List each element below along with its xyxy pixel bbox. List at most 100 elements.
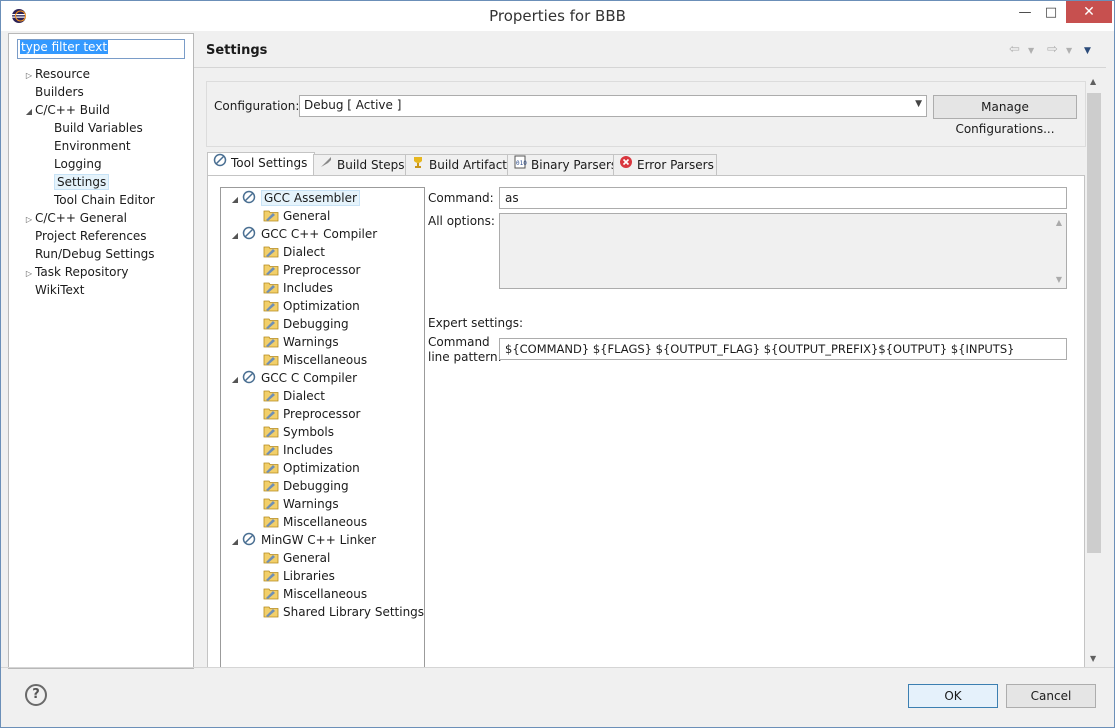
collapse-arrow-icon[interactable]: ◢ — [229, 371, 241, 389]
tool-option-category[interactable]: Miscellaneous — [229, 513, 424, 531]
tool-tree-label: GCC C Compiler — [261, 371, 358, 385]
tool-option-category[interactable]: General — [229, 207, 424, 225]
tool-option-category[interactable]: Dialect — [229, 387, 424, 405]
sidebar-item-task-repository[interactable]: ▷ Task Repository — [23, 263, 191, 281]
sidebar-item-builders[interactable]: Builders — [23, 83, 191, 101]
back-arrow-icon[interactable]: ⇦ — [1009, 42, 1020, 57]
scroll-up-icon[interactable]: ▲ — [1090, 77, 1096, 86]
sidebar-item-label: Run/Debug Settings — [35, 247, 155, 261]
folder-options-icon — [263, 498, 279, 510]
command-label: Command: — [428, 191, 494, 205]
tool-option-category[interactable]: Includes — [229, 441, 424, 459]
view-menu-icon[interactable]: ▼ — [1084, 46, 1091, 56]
collapse-arrow-icon[interactable]: ◢ — [229, 191, 241, 209]
tool-option-category[interactable]: Warnings — [229, 333, 424, 351]
all-options-textarea[interactable]: ▲ ▼ — [499, 213, 1067, 289]
sidebar-item-build-variables[interactable]: Build Variables — [23, 119, 191, 137]
tool-tree-label: Miscellaneous — [283, 353, 368, 367]
tool-tree-label: Debugging — [283, 317, 349, 331]
maximize-button[interactable]: □ — [1037, 2, 1065, 24]
tool-tree-label: Preprocessor — [283, 407, 361, 421]
command-input[interactable]: as — [499, 187, 1067, 209]
vertical-scrollbar[interactable]: ▲ ▼ — [1086, 71, 1103, 667]
tab-build-steps[interactable]: Build Steps — [313, 154, 409, 176]
tool-option-category[interactable]: Preprocessor — [229, 261, 424, 279]
sidebar-item-logging[interactable]: Logging — [23, 155, 191, 173]
forward-menu-icon[interactable]: ▼ — [1066, 46, 1072, 55]
forward-arrow-icon[interactable]: ⇨ — [1047, 42, 1058, 57]
tool-option-category[interactable]: Debugging — [229, 477, 424, 495]
tool-option-category[interactable]: Dialect — [229, 243, 424, 261]
property-page-tree: type filter text ▷ Resource Builders ◢ C/C++… — [8, 33, 194, 669]
tool-node[interactable]: ◢ GCC Assembler — [229, 189, 424, 207]
tool-node[interactable]: ◢ MinGW C++ Linker — [229, 531, 424, 549]
tool-tree-label: Warnings — [283, 335, 339, 349]
tool-option-category[interactable]: General — [229, 549, 424, 567]
folder-options-icon — [263, 354, 279, 366]
filter-input[interactable]: type filter text — [17, 39, 185, 59]
tool-tree: ◢ GCC Assembler General ◢ GCC C++ Compiler Di… — [220, 187, 425, 668]
sidebar-item-c-c-general[interactable]: ▷ C/C++ General — [23, 209, 191, 227]
tab-label: Build Artifact — [429, 158, 507, 172]
tool-option-category[interactable]: Shared Library Settings — [229, 603, 424, 621]
folder-options-icon — [263, 264, 279, 276]
sidebar-item-tool-chain-editor[interactable]: Tool Chain Editor — [23, 191, 191, 209]
tab-build-artifact[interactable]: Build Artifact — [405, 154, 511, 176]
sidebar-item-environment[interactable]: Environment — [23, 137, 191, 155]
tool-option-category[interactable]: Optimization — [229, 297, 424, 315]
tool-node[interactable]: ◢ GCC C++ Compiler — [229, 225, 424, 243]
tool-option-category[interactable]: Preprocessor — [229, 405, 424, 423]
tool-icon — [242, 370, 256, 384]
tool-option-category[interactable]: Miscellaneous — [229, 585, 424, 603]
folder-options-icon — [263, 318, 279, 330]
sidebar-item-settings[interactable]: Settings — [23, 173, 191, 191]
tool-tree-label: Dialect — [283, 245, 325, 259]
tab-binary-parsers[interactable]: 010 Binary Parsers — [507, 154, 618, 176]
tab-error-parsers[interactable]: Error Parsers — [613, 154, 717, 176]
sidebar-item-project-references[interactable]: Project References — [23, 227, 191, 245]
expert-settings-label: Expert settings: — [428, 316, 524, 330]
tool-option-category[interactable]: Optimization — [229, 459, 424, 477]
tool-option-category[interactable]: Warnings — [229, 495, 424, 513]
collapse-arrow-icon[interactable]: ◢ — [229, 533, 241, 551]
expand-arrow-icon[interactable]: ◢ — [23, 103, 35, 121]
cancel-button[interactable]: Cancel — [1006, 684, 1096, 708]
ok-button[interactable]: OK — [908, 684, 998, 708]
tool-option-category[interactable]: Debugging — [229, 315, 424, 333]
tab-label: Binary Parsers — [531, 158, 618, 172]
sidebar-item-label: Environment — [54, 139, 131, 153]
scrollbar-thumb[interactable] — [1087, 93, 1101, 553]
tool-option-category[interactable]: Includes — [229, 279, 424, 297]
sidebar-item-wikitext[interactable]: WikiText — [23, 281, 191, 299]
tool-option-category[interactable]: Miscellaneous — [229, 351, 424, 369]
tool-icon — [242, 190, 256, 204]
sidebar-item-label: C/C++ Build — [35, 103, 110, 117]
configuration-select[interactable]: Debug [ Active ] ▼ — [299, 95, 927, 117]
tool-option-category[interactable]: Symbols — [229, 423, 424, 441]
page-title: Settings — [206, 43, 268, 58]
help-button[interactable]: ? — [25, 684, 47, 706]
command-line-pattern-input[interactable]: ${COMMAND} ${FLAGS} ${OUTPUT_FLAG} ${OUT… — [499, 338, 1067, 360]
folder-options-icon — [263, 300, 279, 312]
tool-option-category[interactable]: Libraries — [229, 567, 424, 585]
tab-tool-settings[interactable]: Tool Settings — [207, 152, 315, 176]
minimize-button[interactable]: — — [1011, 2, 1039, 24]
scroll-down-icon[interactable]: ▼ — [1090, 654, 1096, 663]
tool-node[interactable]: ◢ GCC C Compiler — [229, 369, 424, 387]
sidebar-item-run-debug-settings[interactable]: Run/Debug Settings — [23, 245, 191, 263]
scroll-down-icon[interactable]: ▼ — [1056, 275, 1062, 284]
sidebar-item-resource[interactable]: ▷ Resource — [23, 65, 191, 83]
back-menu-icon[interactable]: ▼ — [1028, 46, 1034, 55]
sidebar-item-label: Project References — [35, 229, 147, 243]
error-parsers-icon — [618, 155, 634, 176]
folder-options-icon — [263, 606, 279, 618]
folder-options-icon — [263, 552, 279, 564]
close-button[interactable]: ✕ — [1066, 1, 1112, 23]
scroll-up-icon[interactable]: ▲ — [1056, 218, 1062, 227]
tool-tree-label: MinGW C++ Linker — [261, 533, 377, 547]
collapse-arrow-icon[interactable]: ◢ — [229, 227, 241, 245]
sidebar-item-c-c-build[interactable]: ◢ C/C++ Build — [23, 101, 191, 119]
manage-configurations-button[interactable]: Manage Configurations... — [933, 95, 1077, 136]
folder-options-icon — [263, 516, 279, 528]
svg-text:010: 010 — [516, 160, 527, 167]
